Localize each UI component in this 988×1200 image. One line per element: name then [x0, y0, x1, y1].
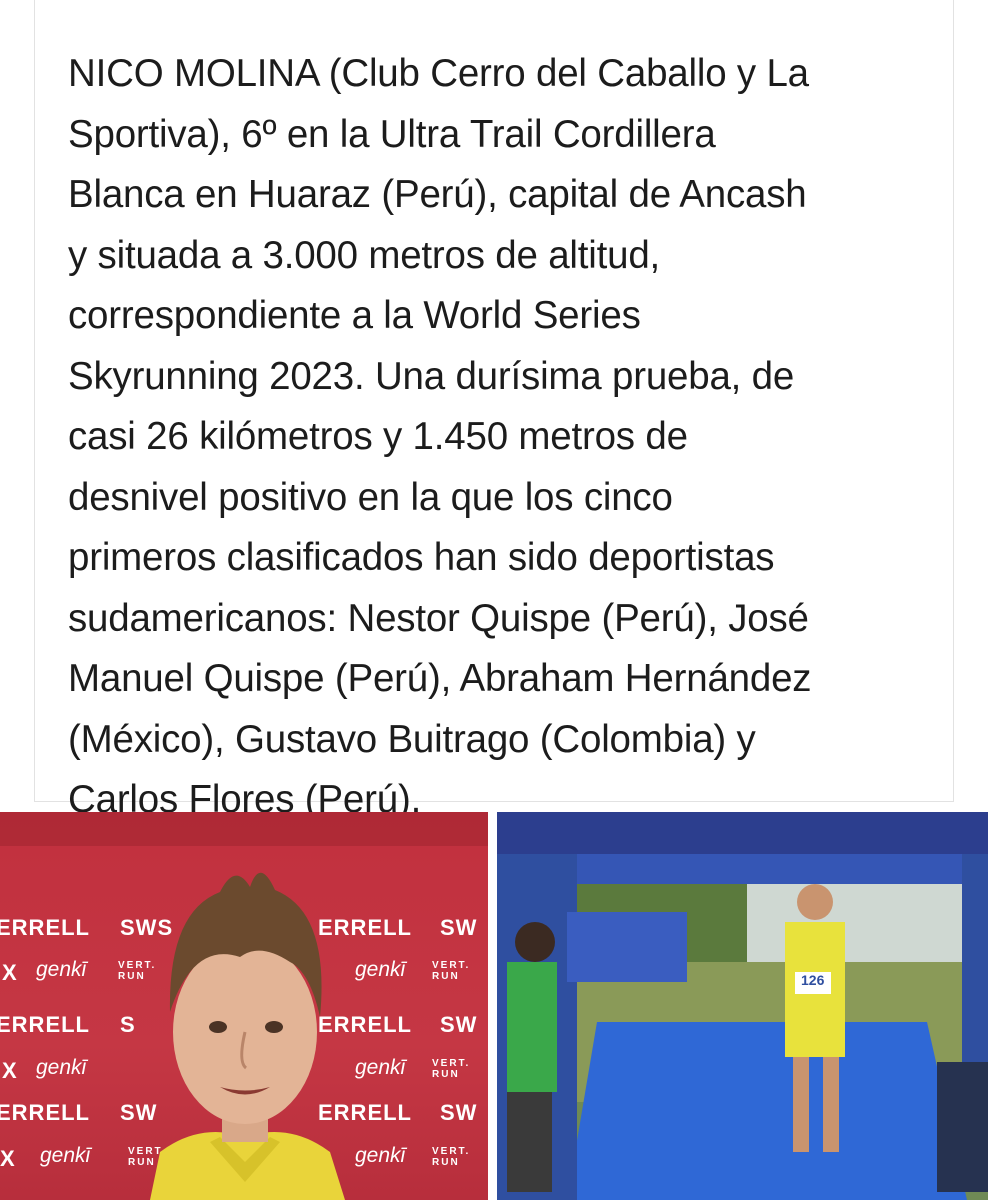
backdrop-logo-genki: genkī — [355, 1056, 406, 1079]
backdrop-logo-sws: SW — [440, 1100, 478, 1125]
post-text-line: sudamericanos: Nestor Quispe (Perú), Jos… — [68, 596, 809, 640]
backdrop-logo-sws: SW — [440, 1012, 478, 1037]
bib-number: 126 — [801, 972, 825, 988]
runner-portrait — [150, 872, 345, 1200]
backdrop-logo-merrell: ERRELL — [0, 1100, 90, 1125]
post-text: NICO MOLINA (Club Cerro del Caballo y La… — [68, 44, 928, 831]
post-text-line: Sportiva), 6º en la Ultra Trail Cordille… — [68, 112, 716, 156]
backdrop-logo-vertrun: VERT. RUN — [432, 1058, 471, 1080]
backdrop-logo-genki: genkī — [36, 958, 87, 981]
post-text-line: Manuel Quispe (Perú), Abraham Hernández — [68, 657, 812, 700]
backdrop-logo-x: X — [2, 1058, 18, 1083]
backdrop-logo-merrell: ERRELL — [0, 915, 90, 940]
post-text-line: desnivel positivo en la que los cinco — [68, 475, 673, 519]
backdrop-logo-x: X — [2, 960, 18, 985]
post-text-line: Skyrunning 2023. Una durísima prueba, de — [68, 354, 795, 398]
post-text-line: casi 26 kilómetros y 1.450 metros de — [68, 415, 688, 458]
post-text-line: (México), Gustavo Buitrago (Colombia) y — [68, 717, 756, 761]
backdrop-logo-genki: genkī — [355, 1144, 406, 1167]
post-text-line: y situada a 3.000 metros de altitud, — [68, 233, 661, 277]
post-text-line: correspondiente a la World Series — [68, 294, 641, 337]
backdrop-top-shadow — [0, 812, 488, 846]
backdrop-logo-sws: S — [120, 1012, 136, 1037]
finish-scene — [497, 854, 988, 1200]
backdrop-logo-vertrun: VERT. RUN — [432, 960, 471, 982]
backdrop-logo-merrell: ERRELL — [0, 1012, 90, 1037]
photo-interview[interactable]: ERRELL SW S ERRELL SW X genkī VERT. RUN ge… — [0, 812, 488, 1200]
backdrop-logo-x: X — [0, 1146, 16, 1171]
backdrop-logo-genki: genkī — [355, 958, 406, 981]
backdrop-logo-vertrun: VERT. RUN — [432, 1146, 471, 1168]
post-text-line: NICO MOLINA (Club Cerro del Caballo y La — [68, 52, 809, 95]
post-card: NICO MOLINA (Club Cerro del Caballo y La… — [34, 0, 954, 821]
post-text-line: primeros clasificados han sido deportist… — [68, 536, 775, 579]
backdrop-logo-sws: SW — [440, 915, 478, 940]
photo-finish-line[interactable]: 126 — [497, 812, 988, 1200]
post-text-line: Blanca en Huaraz (Perú), capital de Anca… — [68, 173, 807, 216]
backdrop-logo-genki: genkī — [36, 1056, 87, 1079]
backdrop-logo-genki: genkī — [40, 1144, 91, 1167]
